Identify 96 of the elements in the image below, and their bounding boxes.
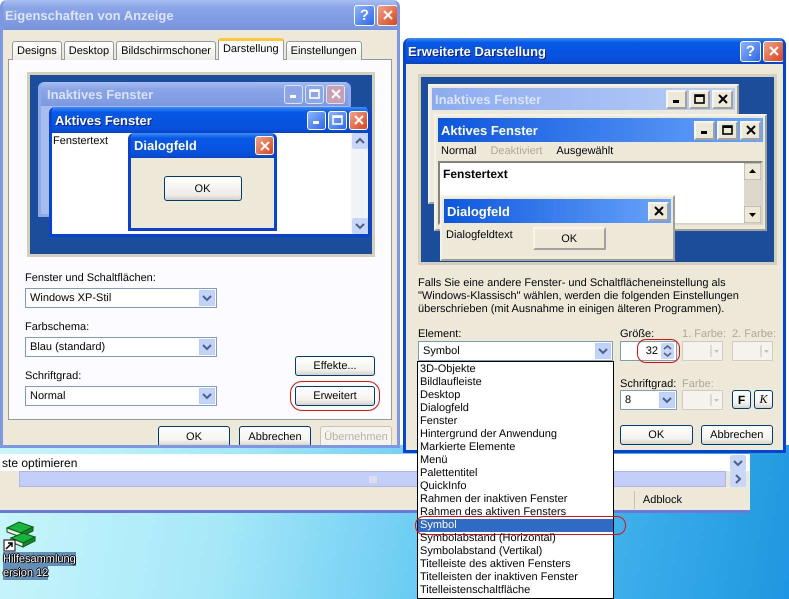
close-icon (746, 125, 756, 135)
button[interactable]: Effekte... (295, 356, 375, 376)
window-title: Aktives Fenster (55, 112, 153, 128)
maximize-icon (332, 115, 343, 125)
page-text: ste optimieren (0, 456, 80, 470)
field-label: Schriftgrad: (25, 370, 82, 382)
status-text: Adblock (634, 491, 690, 509)
dropdown-arrow-icon (710, 345, 720, 357)
close-icon (260, 140, 270, 150)
maximize-icon (309, 89, 320, 99)
font-style-button[interactable]: K (754, 390, 773, 409)
window-text: Fenstertext (52, 134, 110, 149)
list-item[interactable]: Desktop (418, 389, 613, 402)
list-item[interactable]: Symbol (418, 519, 613, 532)
field-label: 2. Farbe: (732, 328, 773, 340)
close-icon (768, 46, 778, 56)
field-label: Element: (418, 328, 462, 340)
spinner-value: 32 (646, 345, 658, 357)
dialog-text: Dialogfeldtext (446, 229, 513, 241)
dropdown-field[interactable]: 8 (620, 390, 677, 410)
window-title: Inaktives Fenster (435, 92, 542, 106)
spinner-field[interactable]: 32 (620, 341, 677, 361)
list-item[interactable]: Rahmen der inaktiven Fenster (418, 493, 613, 506)
list-item[interactable]: Titelleistenschaltfläche (418, 584, 613, 597)
button[interactable]: Erweitert (295, 386, 375, 406)
list-item[interactable]: 3D-Objekte (418, 363, 613, 376)
list-item[interactable]: Menü (418, 454, 613, 467)
scroll-right-icon[interactable] (730, 471, 746, 487)
list-item[interactable]: Hintergrund der Anwendung (418, 428, 613, 441)
close-icon (382, 10, 392, 20)
window-title: Aktives Fenster (441, 122, 539, 138)
field-label: Größe: (620, 328, 656, 340)
grip-icon (368, 476, 376, 482)
tab[interactable]: Bildschirmschoner (116, 41, 216, 60)
list-item[interactable]: QuickInfo (418, 480, 613, 493)
dropdown-field[interactable]: Blau (standard) (25, 337, 217, 357)
field-label: Farbe: (682, 378, 715, 390)
dropdown-field[interactable]: Normal (25, 386, 217, 406)
button[interactable]: Abbrechen (700, 425, 773, 445)
window-title: Inaktives Fenster (47, 86, 154, 102)
window-title: Dialogfeld (447, 204, 511, 218)
button[interactable]: OK (620, 425, 692, 445)
ok-button[interactable]: OK (164, 176, 242, 201)
ok-button[interactable]: OK (532, 227, 606, 250)
dropdown-value: Symbol (423, 345, 460, 357)
dropdown-value: Normal (30, 390, 66, 402)
list-item[interactable]: Markierte Elemente (418, 441, 613, 454)
list-item[interactable]: Fenster (418, 415, 613, 428)
maximize-icon (694, 94, 705, 104)
field-label: Fenster und Schaltflächen: (25, 272, 157, 284)
list-item[interactable]: Dialogfeld (418, 402, 613, 415)
window-title: Eigenschaften von Anzeige (5, 8, 175, 22)
tab[interactable]: Designs (12, 41, 62, 60)
maximize-icon (722, 125, 733, 135)
window-title: Erweiterte Darstellung (408, 44, 547, 58)
tab[interactable]: Desktop (64, 41, 114, 60)
chevron-down-icon (199, 388, 215, 404)
button[interactable]: OK (158, 426, 230, 445)
close-icon (654, 206, 664, 216)
chevron-down-icon (659, 392, 675, 408)
list-item[interactable]: Bildlaufleiste (418, 376, 613, 389)
dropdown-value: Blau (standard) (30, 341, 106, 353)
scroll-down-icon[interactable] (744, 206, 761, 223)
tab[interactable]: Einstellungen (286, 41, 362, 60)
list-item[interactable]: Titelleisten der inaktiven Fenster (418, 571, 613, 584)
chevron-down-icon (199, 339, 215, 355)
close-icon (330, 89, 340, 99)
button[interactable]: Abbrechen (239, 426, 311, 445)
spinner-arrows-icon[interactable] (661, 343, 674, 359)
field-label: Schriftgrad: (620, 378, 678, 390)
close-icon (718, 94, 728, 104)
dropdown-value: 8 (625, 394, 632, 406)
field-label: Farbschema: (25, 321, 90, 333)
list-item[interactable]: Symbolabstand (Vertikal) (418, 545, 613, 558)
list-item[interactable]: Rahmen des aktiven Fensters (418, 506, 613, 519)
menu-item[interactable]: Normal (441, 145, 476, 157)
dropdown-field[interactable]: Symbol (418, 341, 613, 361)
chevron-down-icon (595, 343, 611, 359)
list-item[interactable]: Palettentitel (418, 467, 613, 480)
dropdown-field[interactable]: Windows XP-Stil (25, 288, 217, 308)
close-icon (354, 115, 364, 125)
list-item[interactable]: Titelleiste des aktiven Fensters (418, 558, 613, 571)
tab[interactable]: Darstellung (218, 38, 284, 60)
window-title: Dialogfeld (134, 138, 198, 153)
list-item[interactable]: Symbolabstand (Horizontal) (418, 532, 613, 545)
chevron-down-icon[interactable] (730, 454, 746, 470)
chevron-down-icon (199, 290, 215, 306)
dropdown-arrow-icon (710, 394, 720, 406)
font-style-button[interactable]: F (732, 390, 751, 409)
dropdown-value: Windows XP-Stil (30, 292, 112, 304)
field-label: 1. Farbe: (682, 328, 728, 340)
dropdown-arrow-icon (760, 345, 770, 357)
description-text: Falls Sie eine andere Fenster- und Schaltflächeneinstellung als "Windows-Klassisch" wählen, werden die folgenden Einstellungen überschrieben (mit Ausnahme in einigen älteren Programmen). (418, 277, 740, 316)
scroll-up-icon[interactable] (744, 163, 761, 180)
menu-item[interactable]: Ausgewählt (556, 145, 614, 157)
window-text: Fenstertext (442, 166, 509, 183)
